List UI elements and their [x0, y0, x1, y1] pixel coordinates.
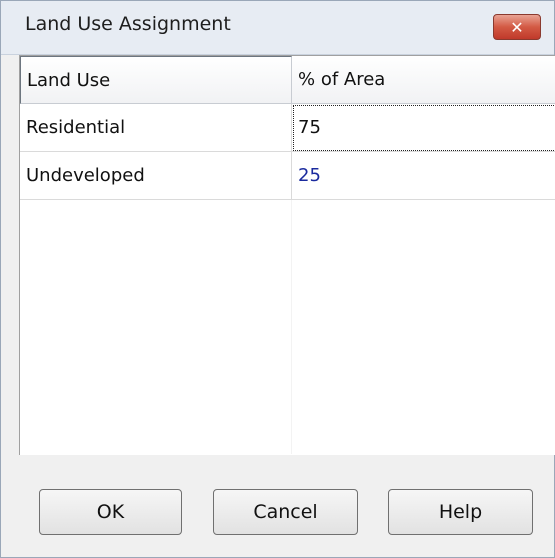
column-header-land-use[interactable]: Land Use — [20, 56, 292, 104]
grid-header-row: Land Use % of Area — [20, 56, 555, 104]
close-icon: ✕ — [510, 17, 524, 37]
table-row: Undeveloped 25 — [20, 152, 555, 200]
help-button[interactable]: Help — [388, 489, 533, 535]
ok-button[interactable]: OK — [39, 489, 182, 535]
title-bar: Land Use Assignment ✕ — [1, 1, 554, 55]
close-button[interactable]: ✕ — [493, 14, 541, 40]
land-use-cell[interactable]: Residential — [20, 104, 292, 152]
percent-area-cell[interactable]: 25 — [292, 152, 555, 200]
column-divider — [291, 200, 292, 454]
land-use-grid: Land Use % of Area Residential 75 Undeve… — [19, 55, 555, 455]
percent-area-cell[interactable]: 75 — [292, 104, 555, 152]
window-title: Land Use Assignment — [25, 13, 231, 35]
column-header-percent-area[interactable]: % of Area — [292, 56, 555, 104]
land-use-cell[interactable]: Undeveloped — [20, 152, 292, 200]
land-use-assignment-dialog: Land Use Assignment ✕ Land Use % of Area… — [0, 0, 555, 558]
table-row: Residential 75 — [20, 104, 555, 152]
cancel-button[interactable]: Cancel — [213, 489, 358, 535]
